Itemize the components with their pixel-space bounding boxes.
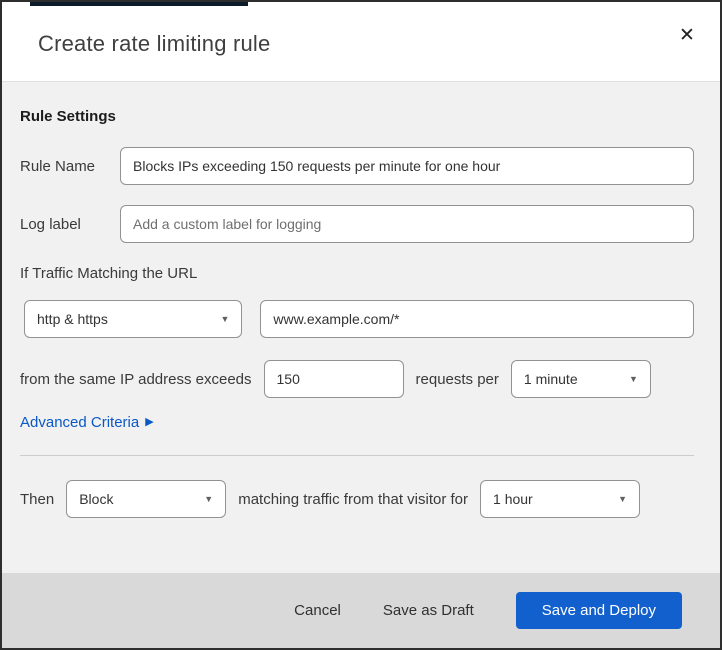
log-label-row: Log label <box>20 205 694 243</box>
log-label-label: Log label <box>20 215 81 233</box>
create-rate-limiting-rule-dialog: Create rate limiting rule ✕ Rule Setting… <box>0 0 722 650</box>
chevron-down-icon: ▼ <box>204 494 214 504</box>
scheme-select-value: http & https <box>37 311 108 327</box>
chevron-down-icon: ▼ <box>628 374 638 384</box>
then-middle-text: matching traffic from that visitor for <box>238 490 469 508</box>
traffic-match-heading: If Traffic Matching the URL <box>20 265 198 282</box>
log-label-input[interactable] <box>120 205 694 243</box>
duration-select[interactable]: 1 hour ▼ <box>480 480 641 518</box>
expand-right-icon: ▶ <box>145 416 154 428</box>
section-divider <box>20 455 694 456</box>
scheme-select[interactable]: http & https ▼ <box>24 300 243 338</box>
chevron-down-icon: ▼ <box>220 314 230 324</box>
threshold-middle-text: requests per <box>415 370 499 388</box>
close-icon[interactable]: ✕ <box>672 20 702 50</box>
period-select[interactable]: 1 minute ▼ <box>510 360 651 398</box>
advanced-criteria-link[interactable]: Advanced Criteria ▶ <box>20 414 154 431</box>
save-as-draft-button[interactable]: Save as Draft <box>369 594 488 627</box>
action-select[interactable]: Block ▼ <box>66 480 227 518</box>
traffic-match-row: http & https ▼ <box>24 300 694 338</box>
duration-select-value: 1 hour <box>493 491 533 507</box>
rule-settings-heading: Rule Settings <box>20 108 116 125</box>
dialog-body: Rule Settings Rule Name Log label If Tra… <box>2 82 720 573</box>
rule-name-label: Rule Name <box>20 157 96 175</box>
advanced-criteria-label: Advanced Criteria <box>20 414 140 431</box>
period-select-value: 1 minute <box>523 371 578 387</box>
cancel-button[interactable]: Cancel <box>280 594 355 627</box>
rule-name-row: Rule Name <box>20 147 694 185</box>
dialog-header: Create rate limiting rule ✕ <box>2 6 720 82</box>
threshold-prefix-text: from the same IP address exceeds <box>20 370 252 388</box>
save-and-deploy-button[interactable]: Save and Deploy <box>515 592 682 629</box>
action-select-value: Block <box>79 491 114 507</box>
then-action-row: Then Block ▼ matching traffic from that … <box>20 480 694 518</box>
then-prefix-text: Then <box>20 490 55 508</box>
dialog-title: Create rate limiting rule <box>38 30 271 56</box>
chevron-down-icon: ▼ <box>618 494 628 504</box>
request-count-input[interactable] <box>263 360 404 398</box>
threshold-row: from the same IP address exceeds request… <box>20 360 694 398</box>
rule-name-input[interactable] <box>120 147 694 185</box>
url-pattern-input[interactable] <box>260 300 694 338</box>
dialog-footer: Cancel Save as Draft Save and Deploy <box>2 573 720 648</box>
